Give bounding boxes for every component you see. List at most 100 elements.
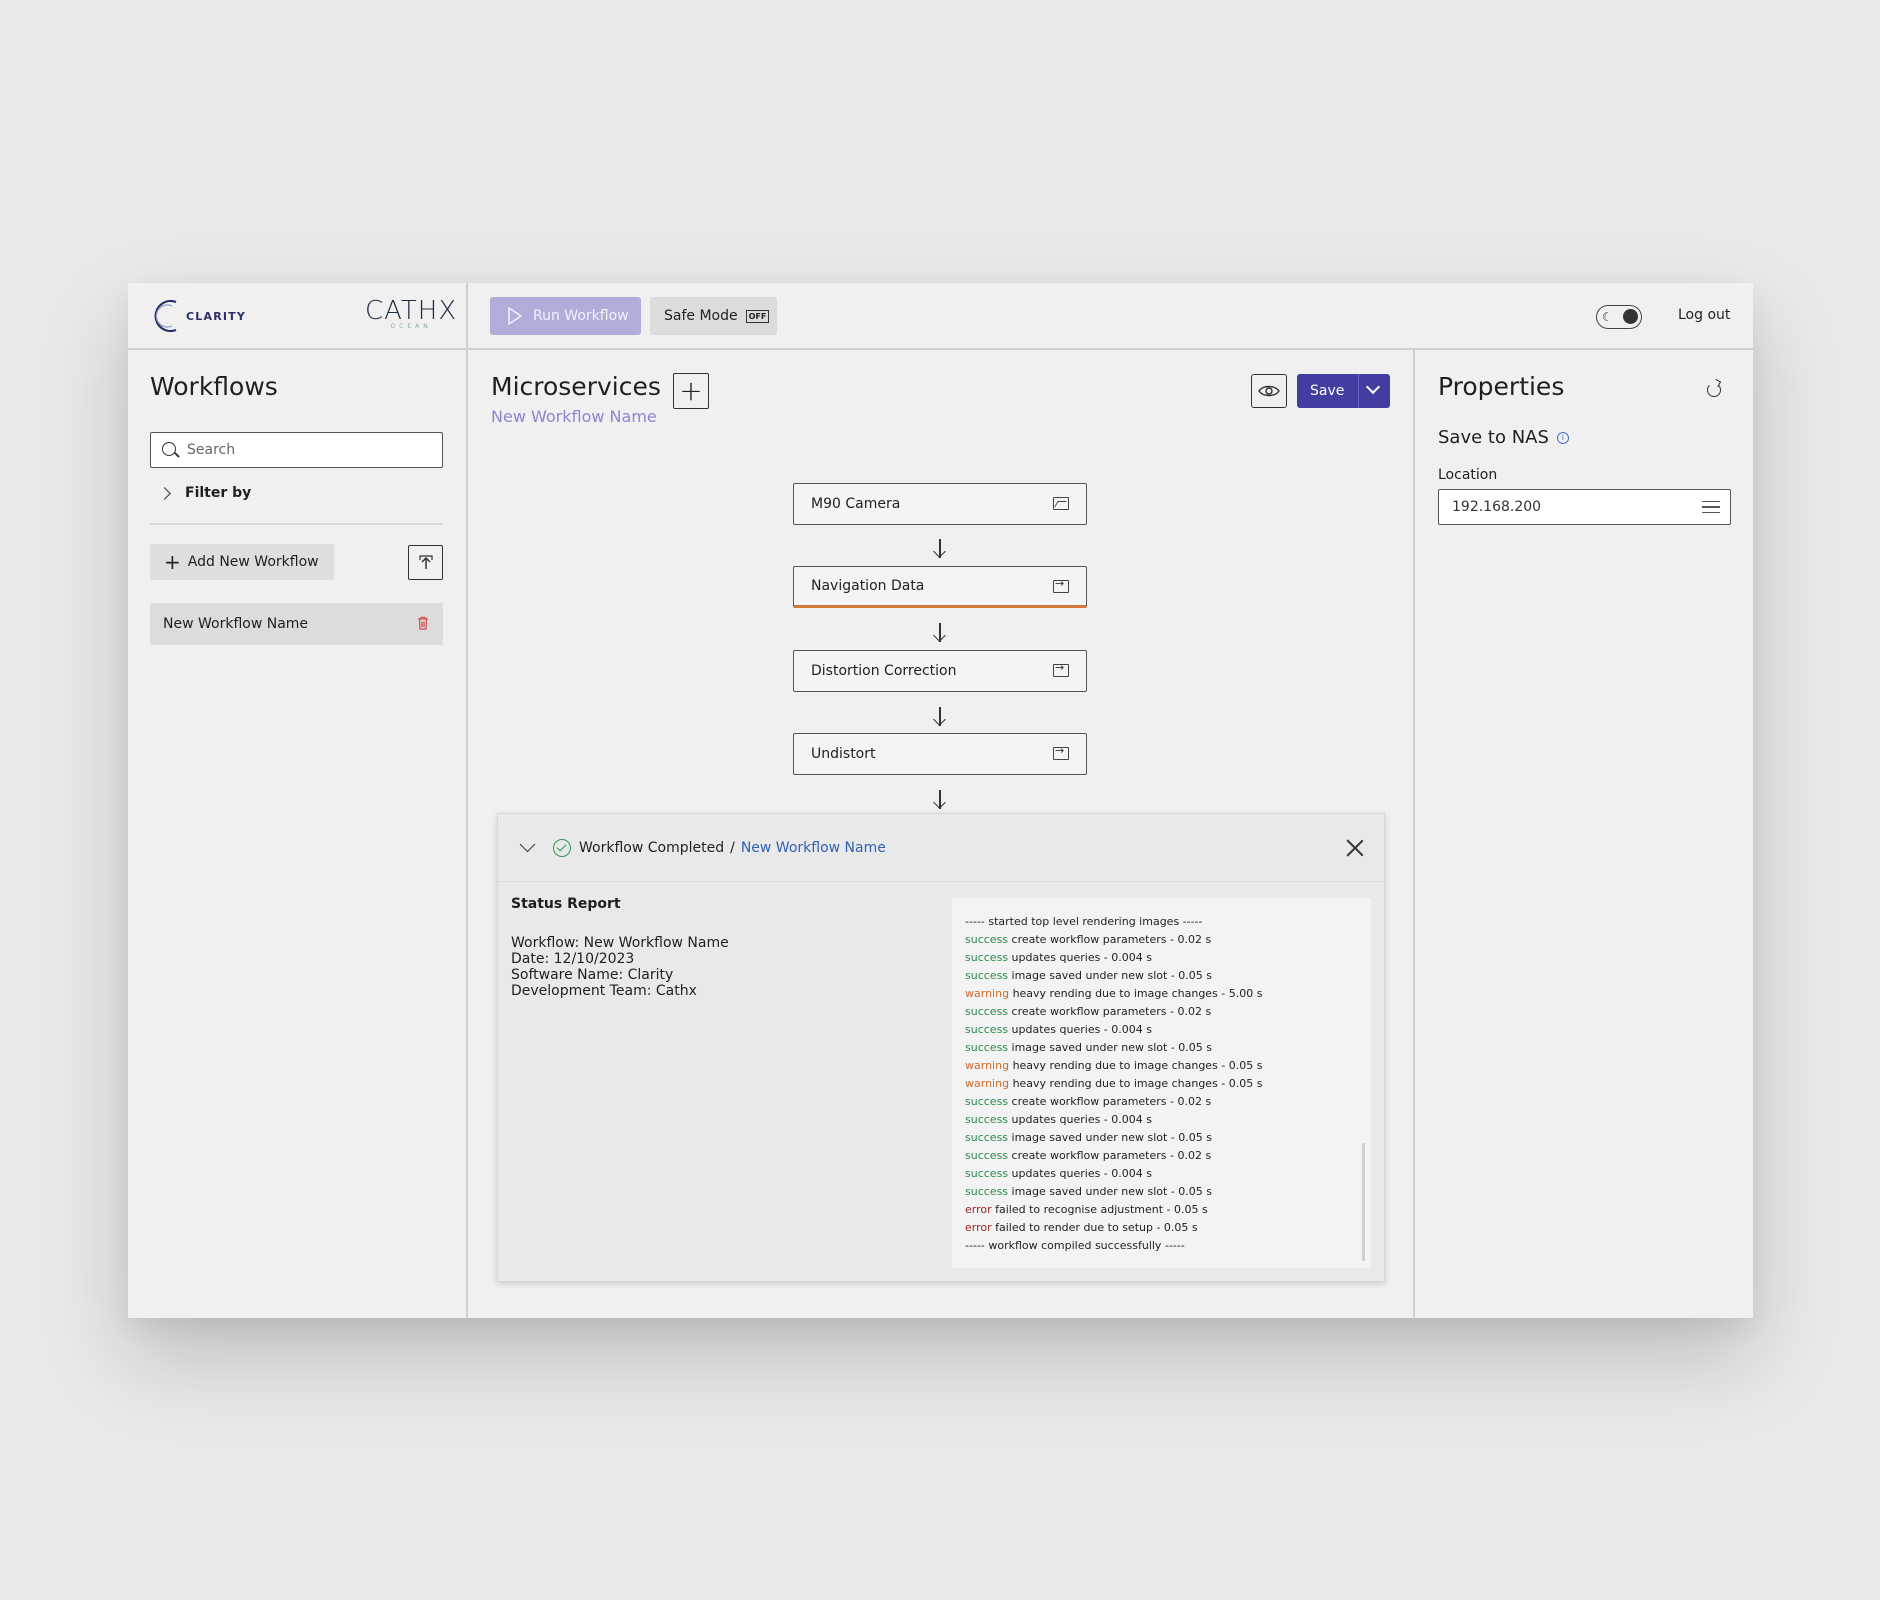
save-split-divider [1358, 374, 1359, 408]
search-input[interactable]: Search [150, 432, 443, 468]
safe-mode-state-badge: OFF [745, 309, 770, 323]
log-text: image saved under new slot - 0.05 s [1011, 969, 1212, 982]
node-navigation-data[interactable]: Navigation Data [793, 566, 1087, 608]
location-value: 192.168.200 [1452, 499, 1542, 515]
save-button[interactable]: Save [1297, 374, 1390, 408]
chevron-down-icon[interactable] [519, 836, 536, 853]
log-line: success create workflow parameters - 0.0… [965, 1093, 1371, 1111]
location-input[interactable]: 192.168.200 [1438, 489, 1731, 525]
log-output[interactable]: ----- started top level rendering images… [952, 898, 1371, 1268]
log-level: success [965, 1023, 1009, 1036]
check-circle-icon [553, 838, 571, 857]
report-line: Workflow: New Workflow Name [511, 935, 729, 951]
logout-link[interactable]: Log out [1678, 307, 1730, 323]
refresh-icon[interactable] [1707, 383, 1721, 397]
filter-toggle[interactable]: Filter by [158, 485, 252, 501]
properties-section: Save to NAS i [1438, 427, 1569, 448]
save-label: Save [1310, 383, 1345, 399]
toggle-knob [1623, 309, 1638, 324]
canvas-title: Microservices [491, 372, 661, 401]
report-line: Development Team: Cathx [511, 983, 697, 999]
properties-title: Properties [1438, 372, 1565, 401]
log-level: success [965, 1167, 1009, 1180]
log-line: success updates queries - 0.004 s [965, 1021, 1371, 1039]
log-line: success image saved under new slot - 0.0… [965, 1183, 1371, 1201]
theme-toggle[interactable]: ☾ [1596, 305, 1642, 329]
log-line: success updates queries - 0.004 s [965, 949, 1371, 967]
upload-workflow-button[interactable] [408, 545, 443, 580]
log-level: success [965, 1149, 1009, 1162]
workflow-item-label: New Workflow Name [163, 616, 309, 632]
cathx-logo: CATHX OCEAN [365, 298, 457, 330]
log-level: warning [965, 1077, 1010, 1090]
log-line: error failed to recognise adjustment - 0… [965, 1201, 1371, 1219]
log-text: ----- workflow compiled successfully ---… [965, 1239, 1185, 1252]
log-text: updates queries - 0.004 s [1011, 1023, 1152, 1036]
log-text: failed to recognise adjustment - 0.05 s [995, 1203, 1208, 1216]
log-line: success create workflow parameters - 0.0… [965, 1147, 1371, 1165]
log-level: error [965, 1221, 992, 1234]
workflows-sidebar: Workflows Search Filter by + Add New Wor… [128, 350, 468, 1318]
sidebar-title: Workflows [150, 372, 278, 401]
arrow-down-icon [932, 706, 948, 728]
log-line: warning heavy rending due to image chang… [965, 985, 1371, 1003]
node-label: M90 Camera [811, 496, 901, 512]
log-line: success create workflow parameters - 0.0… [965, 931, 1371, 949]
chevron-down-icon[interactable] [1365, 379, 1381, 395]
arrow-down-icon [932, 622, 948, 644]
import-icon [1053, 661, 1069, 677]
log-line: success updates queries - 0.004 s [965, 1111, 1371, 1129]
node-undistort[interactable]: Undistort [793, 733, 1087, 775]
log-line: warning heavy rending due to image chang… [965, 1057, 1371, 1075]
run-workflow-button[interactable]: Run Workflow [490, 297, 641, 335]
search-icon [162, 442, 176, 456]
search-placeholder: Search [187, 442, 236, 458]
plus-icon: + [679, 374, 703, 407]
clarity-wordmark: CLARITY [186, 309, 247, 323]
log-scrollbar[interactable] [1362, 1143, 1365, 1261]
log-level: success [965, 933, 1009, 946]
workflow-list-item[interactable]: New Workflow Name [150, 603, 443, 645]
log-text: updates queries - 0.004 s [1011, 1113, 1152, 1126]
options-icon[interactable] [1702, 501, 1720, 513]
log-text: updates queries - 0.004 s [1011, 951, 1152, 964]
workflow-name-subtitle[interactable]: New Workflow Name [491, 407, 657, 426]
log-line: ----- started top level rendering images… [965, 913, 1371, 931]
status-workflow-link[interactable]: New Workflow Name [741, 840, 886, 856]
add-workflow-button[interactable]: + Add New Workflow [150, 544, 334, 580]
log-level: success [965, 1005, 1009, 1018]
status-state: Workflow Completed [579, 839, 725, 856]
report-details: Workflow: New Workflow Name Date: 12/10/… [511, 935, 729, 999]
properties-panel: Properties Save to NAS i Location 192.16… [1415, 350, 1753, 1318]
upload-icon [418, 554, 433, 569]
sidebar-divider [150, 523, 443, 525]
log-text: heavy rending due to image changes - 5.0… [1012, 987, 1263, 1000]
plus-icon: + [164, 550, 181, 574]
trash-icon[interactable] [417, 616, 429, 630]
log-line: success create workflow parameters - 0.0… [965, 1003, 1371, 1021]
report-line: Software Name: Clarity [511, 967, 674, 983]
node-distortion-correction[interactable]: Distortion Correction [793, 650, 1087, 692]
node-m90-camera[interactable]: M90 Camera [793, 483, 1087, 525]
preview-button[interactable] [1251, 374, 1287, 408]
log-text: create workflow parameters - 0.02 s [1011, 1095, 1212, 1108]
log-level: warning [965, 987, 1010, 1000]
add-microservice-button[interactable]: + [673, 373, 709, 409]
logo-area: CLARITY CATHX OCEAN [128, 283, 468, 350]
clarity-logo: CLARITY [150, 297, 246, 335]
moon-icon: ☾ [1602, 310, 1613, 324]
log-line: success image saved under new slot - 0.0… [965, 1129, 1371, 1147]
log-text: image saved under new slot - 0.05 s [1011, 1131, 1212, 1144]
log-line: success image saved under new slot - 0.0… [965, 967, 1371, 985]
safe-mode-button[interactable]: Safe Mode OFF [650, 297, 777, 335]
arrow-down-icon [932, 789, 948, 811]
arrow-down-icon [932, 538, 948, 560]
log-line: success image saved under new slot - 0.0… [965, 1039, 1371, 1057]
image-icon [1053, 497, 1069, 510]
close-icon[interactable] [1346, 839, 1364, 857]
chevron-right-icon [158, 486, 171, 500]
info-icon[interactable]: i [1556, 431, 1569, 444]
log-text: create workflow parameters - 0.02 s [1011, 933, 1212, 946]
filter-label: Filter by [185, 485, 252, 501]
log-level: success [965, 951, 1009, 964]
